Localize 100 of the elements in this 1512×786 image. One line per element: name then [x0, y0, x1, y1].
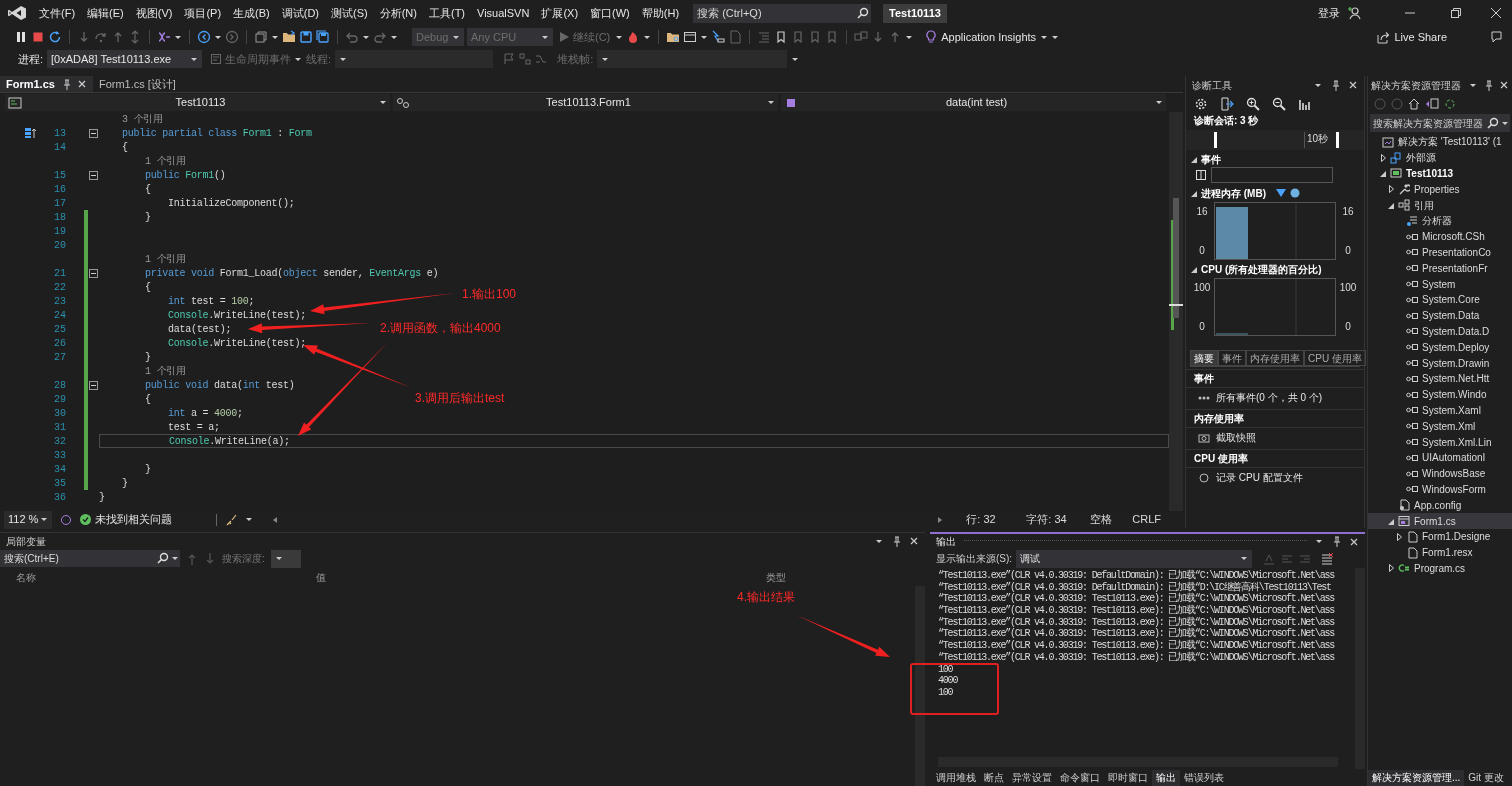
- caret-icon[interactable]: [905, 33, 914, 41]
- snapshot-marker-icon[interactable]: [1290, 188, 1300, 198]
- menu-item[interactable]: 窗口(W): [584, 2, 636, 24]
- line-ending-button[interactable]: CRLF: [1124, 511, 1169, 528]
- account-icon[interactable]: [1348, 6, 1362, 20]
- diagnostics-tab[interactable]: CPU 使用率: [1304, 350, 1366, 366]
- collapse-icon[interactable]: [89, 170, 98, 180]
- menu-item[interactable]: 分析(N): [373, 2, 423, 24]
- window-layout-icon[interactable]: [683, 30, 698, 44]
- code-lens-link[interactable]: 1 个引用: [145, 251, 186, 267]
- panel-tab[interactable]: 错误列表: [1180, 769, 1228, 786]
- column-header[interactable]: 名称: [16, 571, 36, 583]
- scrollbar[interactable]: [915, 586, 925, 786]
- caret-icon[interactable]: [1500, 114, 1510, 132]
- search-field[interactable]: 搜索解决方案资源管理器: [1370, 114, 1486, 132]
- tree-item[interactable]: App.config: [1368, 497, 1512, 514]
- tree-item[interactable]: System: [1368, 276, 1512, 292]
- caret-icon[interactable]: [791, 55, 800, 63]
- tree-item[interactable]: Form1.cs: [1368, 513, 1512, 529]
- folder-search-icon[interactable]: [666, 30, 681, 44]
- switch-views-icon[interactable]: [1425, 98, 1439, 110]
- export-icon[interactable]: [1220, 97, 1234, 111]
- save-icon[interactable]: [299, 30, 313, 44]
- navigation-dropdown[interactable]: data(int test): [781, 94, 1166, 111]
- collapse-icon[interactable]: [89, 268, 98, 278]
- close-icon[interactable]: [1490, 7, 1502, 19]
- navigation-dropdown[interactable]: Test10113.Form1: [393, 94, 778, 111]
- menu-item[interactable]: 测试(S): [325, 2, 374, 24]
- timeline-ruler[interactable]: 10秒: [1186, 130, 1364, 150]
- window-stack-icon[interactable]: [254, 30, 268, 44]
- step-over-icon[interactable]: [94, 30, 108, 44]
- editor-tab[interactable]: Form1.cs: [0, 76, 93, 92]
- action-link[interactable]: 记录 CPU 配置文件: [1216, 470, 1303, 485]
- pause-icon[interactable]: [14, 30, 28, 44]
- panel-tab[interactable]: 解决方案资源管理...: [1368, 769, 1465, 786]
- panel-tab[interactable]: 断点: [980, 769, 1008, 786]
- search-field[interactable]: 搜索(Ctrl+E): [0, 550, 156, 567]
- close-icon[interactable]: [1348, 80, 1358, 90]
- panel-tab[interactable]: 命令窗口: [1056, 769, 1104, 786]
- close-icon[interactable]: [1349, 536, 1359, 547]
- app-logo-icon[interactable]: [7, 5, 27, 21]
- indentation-button[interactable]: 空格: [1086, 511, 1117, 528]
- clear-all-icon[interactable]: [1320, 551, 1335, 566]
- expanded-icon[interactable]: [1190, 265, 1198, 273]
- close-icon[interactable]: [76, 79, 87, 89]
- tree-item[interactable]: System.Xaml: [1368, 402, 1512, 419]
- panel-tab[interactable]: 调用堆栈: [932, 769, 980, 786]
- filter-icon[interactable]: [1275, 188, 1287, 198]
- caret-icon[interactable]: [875, 537, 883, 545]
- tree-item[interactable]: System.Data.D: [1368, 323, 1512, 340]
- tree-item[interactable]: Program.cs: [1368, 560, 1512, 577]
- tree-item[interactable]: Properties: [1368, 181, 1512, 198]
- tree-item[interactable]: Form1.Designe: [1368, 528, 1512, 545]
- diagnostics-tab[interactable]: 事件: [1218, 350, 1246, 366]
- panel-tab[interactable]: 即时窗口: [1104, 769, 1152, 786]
- menu-item[interactable]: VisualSVN: [471, 2, 536, 24]
- code-lens-link[interactable]: 1 个引用: [145, 363, 186, 379]
- panel-tab[interactable]: 异常设置: [1008, 769, 1056, 786]
- feedback-icon[interactable]: [1490, 30, 1504, 44]
- tree-item[interactable]: 引用: [1368, 197, 1512, 213]
- menu-item[interactable]: 扩展(X): [535, 2, 585, 24]
- column-header[interactable]: 类型: [766, 571, 786, 583]
- editor-tab[interactable]: Form1.cs [设计]: [92, 76, 182, 92]
- live-share-button[interactable]: Live Share: [1377, 28, 1447, 46]
- bar-chart-icon[interactable]: [1298, 97, 1312, 111]
- diagnostics-tab[interactable]: 内存使用率: [1246, 350, 1304, 366]
- expanded-icon[interactable]: [1190, 189, 1198, 197]
- caret-icon[interactable]: [643, 33, 652, 41]
- search-icon[interactable]: [855, 3, 872, 23]
- stop-icon[interactable]: [31, 30, 45, 44]
- brush-icon[interactable]: [225, 513, 237, 526]
- pin-icon[interactable]: [1483, 79, 1493, 91]
- menu-item[interactable]: 项目(P): [178, 2, 228, 24]
- tree-item[interactable]: System.Windo: [1368, 386, 1512, 403]
- tree-item[interactable]: Test10113: [1368, 165, 1512, 182]
- column-header[interactable]: 值: [316, 571, 326, 583]
- sign-in-link[interactable]: 登录: [1318, 4, 1340, 22]
- caret-icon[interactable]: [174, 33, 182, 41]
- tree-item[interactable]: System.Core: [1368, 291, 1512, 308]
- tree-item[interactable]: UIAutomationI: [1368, 449, 1512, 466]
- zoom-out-icon[interactable]: [1272, 97, 1286, 111]
- tree-item[interactable]: 分析器: [1368, 213, 1512, 229]
- action-link[interactable]: 截取快照: [1216, 430, 1256, 445]
- output-source-dropdown[interactable]: 调试: [1016, 549, 1253, 568]
- member-list-icon[interactable]: [24, 127, 36, 139]
- caret-icon[interactable]: [1314, 81, 1322, 89]
- tree-item[interactable]: Form1.resx: [1368, 544, 1512, 561]
- tree-item[interactable]: System.Net.Htt: [1368, 370, 1512, 387]
- close-icon[interactable]: [1499, 80, 1509, 90]
- tree-item[interactable]: System.Data: [1368, 307, 1512, 324]
- close-icon[interactable]: [909, 536, 919, 546]
- save-all-icon[interactable]: [316, 30, 330, 44]
- collapsed-icon[interactable]: [1387, 563, 1395, 574]
- restart-icon[interactable]: [48, 30, 62, 44]
- tree-item[interactable]: System.Xml: [1368, 418, 1512, 435]
- settings-icon[interactable]: [1194, 97, 1208, 111]
- collapsed-icon[interactable]: [1387, 184, 1395, 195]
- action-link[interactable]: 所有事件(0 个，共 0 个): [1216, 390, 1323, 405]
- pin-icon[interactable]: [1331, 536, 1341, 547]
- scroll-left-icon[interactable]: [271, 515, 279, 524]
